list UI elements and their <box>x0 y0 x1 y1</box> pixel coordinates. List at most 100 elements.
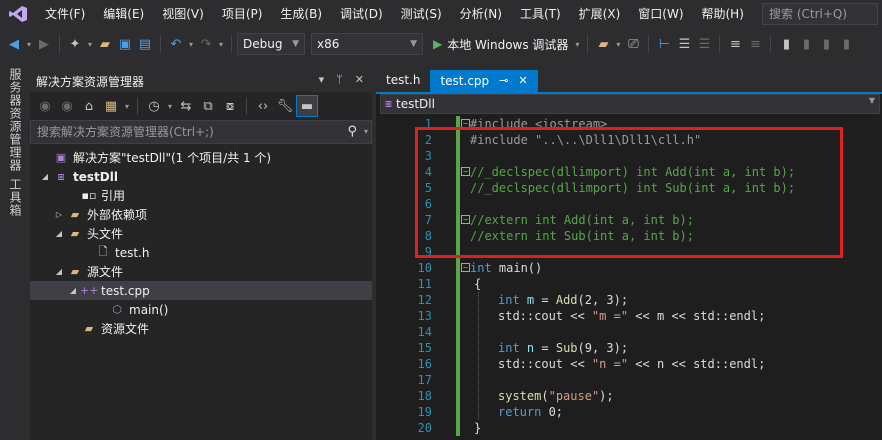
properties-wrench-icon[interactable]: 🔧︎ <box>274 95 296 117</box>
menu-view[interactable]: 视图(V) <box>153 0 213 28</box>
tree-item-label: 资源文件 <box>101 322 150 336</box>
clear-bookmarks-icon[interactable]: ▮ <box>836 33 856 55</box>
platform-select[interactable]: x86 ▼ <box>311 33 423 55</box>
references-icon: ▪▫ <box>81 189 97 202</box>
back-icon[interactable]: ◉ <box>34 95 56 117</box>
global-search-input[interactable]: 搜索 (Ctrl+Q) <box>762 3 878 25</box>
menu-extensions[interactable]: 扩展(X) <box>570 0 630 28</box>
collapse-all-icon[interactable]: ⧉ <box>197 95 219 117</box>
comment-icon[interactable]: ≡ <box>725 33 745 55</box>
switch-views-dropdown-icon[interactable]: ▾ <box>122 102 132 111</box>
tree-item-references[interactable]: ▪▫ 引用 <box>30 186 372 205</box>
tree-item-test-h[interactable]: 🗋︎ test.h <box>30 243 372 262</box>
forward-icon[interactable]: ◉ <box>56 95 78 117</box>
menu-window[interactable]: 窗口(W) <box>629 0 692 28</box>
code-fragment: (9, 3); <box>577 341 629 355</box>
prev-bookmark-icon[interactable]: ▮ <box>796 33 816 55</box>
tree-item-external-dependencies[interactable]: ▷ ▰ 外部依赖项 <box>30 205 372 224</box>
menu-help[interactable]: 帮助(H) <box>693 0 753 28</box>
expanded-arrow-icon[interactable]: ◢ <box>52 267 66 276</box>
tree-item-resource-files[interactable]: ▰ 资源文件 <box>30 319 372 338</box>
new-project-icon[interactable]: ✦ <box>65 33 85 55</box>
menu-build[interactable]: 生成(B) <box>271 0 331 28</box>
tab-test-cpp[interactable]: test.cpp ⊸ ✕ <box>430 70 538 92</box>
tree-item-solution[interactable]: ▣ 解决方案"testDll"(1 个项目/共 1 个) <box>30 148 372 167</box>
code-text: system("pause"); <box>498 388 614 404</box>
collapsed-arrow-icon[interactable]: ▷ <box>52 210 66 219</box>
uncomment-icon[interactable]: ≡ <box>745 33 765 55</box>
find-in-files-icon[interactable]: ▰ <box>593 33 613 55</box>
tab-test-h[interactable]: test.h <box>376 70 430 92</box>
bookmark-icon[interactable]: ▮ <box>776 33 796 55</box>
close-icon[interactable]: ✕ <box>518 71 527 91</box>
solution-explorer-title-bar: 解决方案资源管理器 ▾ ᛘ ✕ <box>30 70 372 92</box>
expanded-arrow-icon[interactable]: ◢ <box>52 229 66 238</box>
code-line: 14 <box>376 324 882 340</box>
toolbox-tab[interactable]: 工具箱 <box>7 178 24 217</box>
code-fragment: std::cout << <box>498 357 592 371</box>
menu-edit[interactable]: 编辑(E) <box>94 0 153 28</box>
switch-views-icon[interactable]: ▦ <box>100 95 122 117</box>
sync-icon[interactable]: ⇆ <box>175 95 197 117</box>
next-bookmark-icon[interactable]: ▮ <box>816 33 836 55</box>
navigation-bar-scope[interactable]: ⧆ testDll ▼ <box>380 94 880 114</box>
close-icon[interactable]: ✕ <box>355 73 364 86</box>
search-options-dropdown-icon[interactable]: ▾ <box>364 121 368 143</box>
tab-label: test.h <box>386 73 421 87</box>
solution-explorer-title: 解决方案资源管理器 <box>36 74 145 89</box>
menu-file[interactable]: 文件(F) <box>36 0 94 28</box>
chevron-down-icon: ▼ <box>868 96 875 105</box>
toolbar-dropdown-icon[interactable]: ▾ <box>613 40 623 49</box>
start-debugging-button[interactable]: ▶ 本地 Windows 调试器 <box>429 33 572 55</box>
menu-tools[interactable]: 工具(T) <box>511 0 570 28</box>
forward-icon[interactable]: ▶ <box>34 33 54 55</box>
tree-item-project[interactable]: ◢ ⧆ testDll <box>30 167 372 186</box>
new-project-dropdown-icon[interactable]: ▾ <box>85 40 95 49</box>
open-folder-icon[interactable]: ▰ <box>95 33 115 55</box>
line-number: 11 <box>417 277 432 291</box>
configuration-select[interactable]: Debug ▼ <box>237 33 305 55</box>
tree-item-source-files[interactable]: ◢ ▰ 源文件 <box>30 262 372 281</box>
indent-icon[interactable]: ☰ <box>674 33 694 55</box>
collapse-icon[interactable]: − <box>461 263 470 272</box>
back-icon[interactable]: ◀ <box>4 33 24 55</box>
tree-item-main-function[interactable]: ⬡ main() <box>30 300 372 319</box>
redo-dropdown-icon[interactable]: ▾ <box>216 40 226 49</box>
pending-changes-filter-icon[interactable]: ◷ <box>143 95 165 117</box>
save-icon[interactable]: ▣ <box>115 33 135 55</box>
menu-debug[interactable]: 调试(D) <box>331 0 392 28</box>
home-icon[interactable]: ⌂ <box>78 95 100 117</box>
external-dependencies-icon: ▰ <box>70 208 80 221</box>
visual-studio-logo-icon[interactable] <box>0 0 36 28</box>
outdent-icon[interactable]: ☰ <box>694 33 714 55</box>
show-all-files-icon[interactable]: ⧇ <box>219 95 241 117</box>
window-position-dropdown-icon[interactable]: ▾ <box>319 73 325 86</box>
back-dropdown-icon[interactable]: ▾ <box>24 40 34 49</box>
chevron-down-icon: ▼ <box>410 39 417 49</box>
solution-explorer-search-input[interactable]: 搜索解决方案资源管理器(Ctrl+;) ⚲ ▾ <box>30 120 372 144</box>
view-code-icon[interactable]: ‹› <box>252 95 274 117</box>
search-icon[interactable]: ⚲ <box>347 121 357 143</box>
hot-reload-icon[interactable]: ⎚ <box>623 33 643 55</box>
step-over-icon[interactable]: ⊢ <box>654 33 674 55</box>
menu-test[interactable]: 测试(S) <box>392 0 451 28</box>
expanded-arrow-icon[interactable]: ◢ <box>38 172 52 181</box>
menu-project[interactable]: 项目(P) <box>213 0 272 28</box>
pin-icon[interactable]: ⊸ <box>499 71 508 91</box>
undo-icon[interactable]: ↶ <box>166 33 186 55</box>
pin-icon[interactable]: ᛘ <box>336 73 343 86</box>
start-debugging-dropdown-icon[interactable]: ▾ <box>572 40 582 49</box>
tree-item-test-cpp[interactable]: ◢ ++ test.cpp <box>30 281 372 300</box>
code-fragment: = <box>534 293 556 307</box>
save-all-icon[interactable]: ▤ <box>135 33 155 55</box>
tree-item-header-files[interactable]: ◢ ▰ 头文件 <box>30 224 372 243</box>
keyword: int <box>498 341 520 355</box>
tree-item-label: 头文件 <box>87 227 124 241</box>
redo-icon[interactable]: ↷ <box>196 33 216 55</box>
undo-dropdown-icon[interactable]: ▾ <box>186 40 196 49</box>
preview-selected-icon[interactable]: ▬ <box>296 95 318 117</box>
expanded-arrow-icon[interactable]: ◢ <box>66 286 80 295</box>
filter-dropdown-icon[interactable]: ▾ <box>165 102 175 111</box>
menu-analyze[interactable]: 分析(N) <box>451 0 511 28</box>
server-explorer-tab[interactable]: 服务器资源管理器 <box>7 68 24 172</box>
